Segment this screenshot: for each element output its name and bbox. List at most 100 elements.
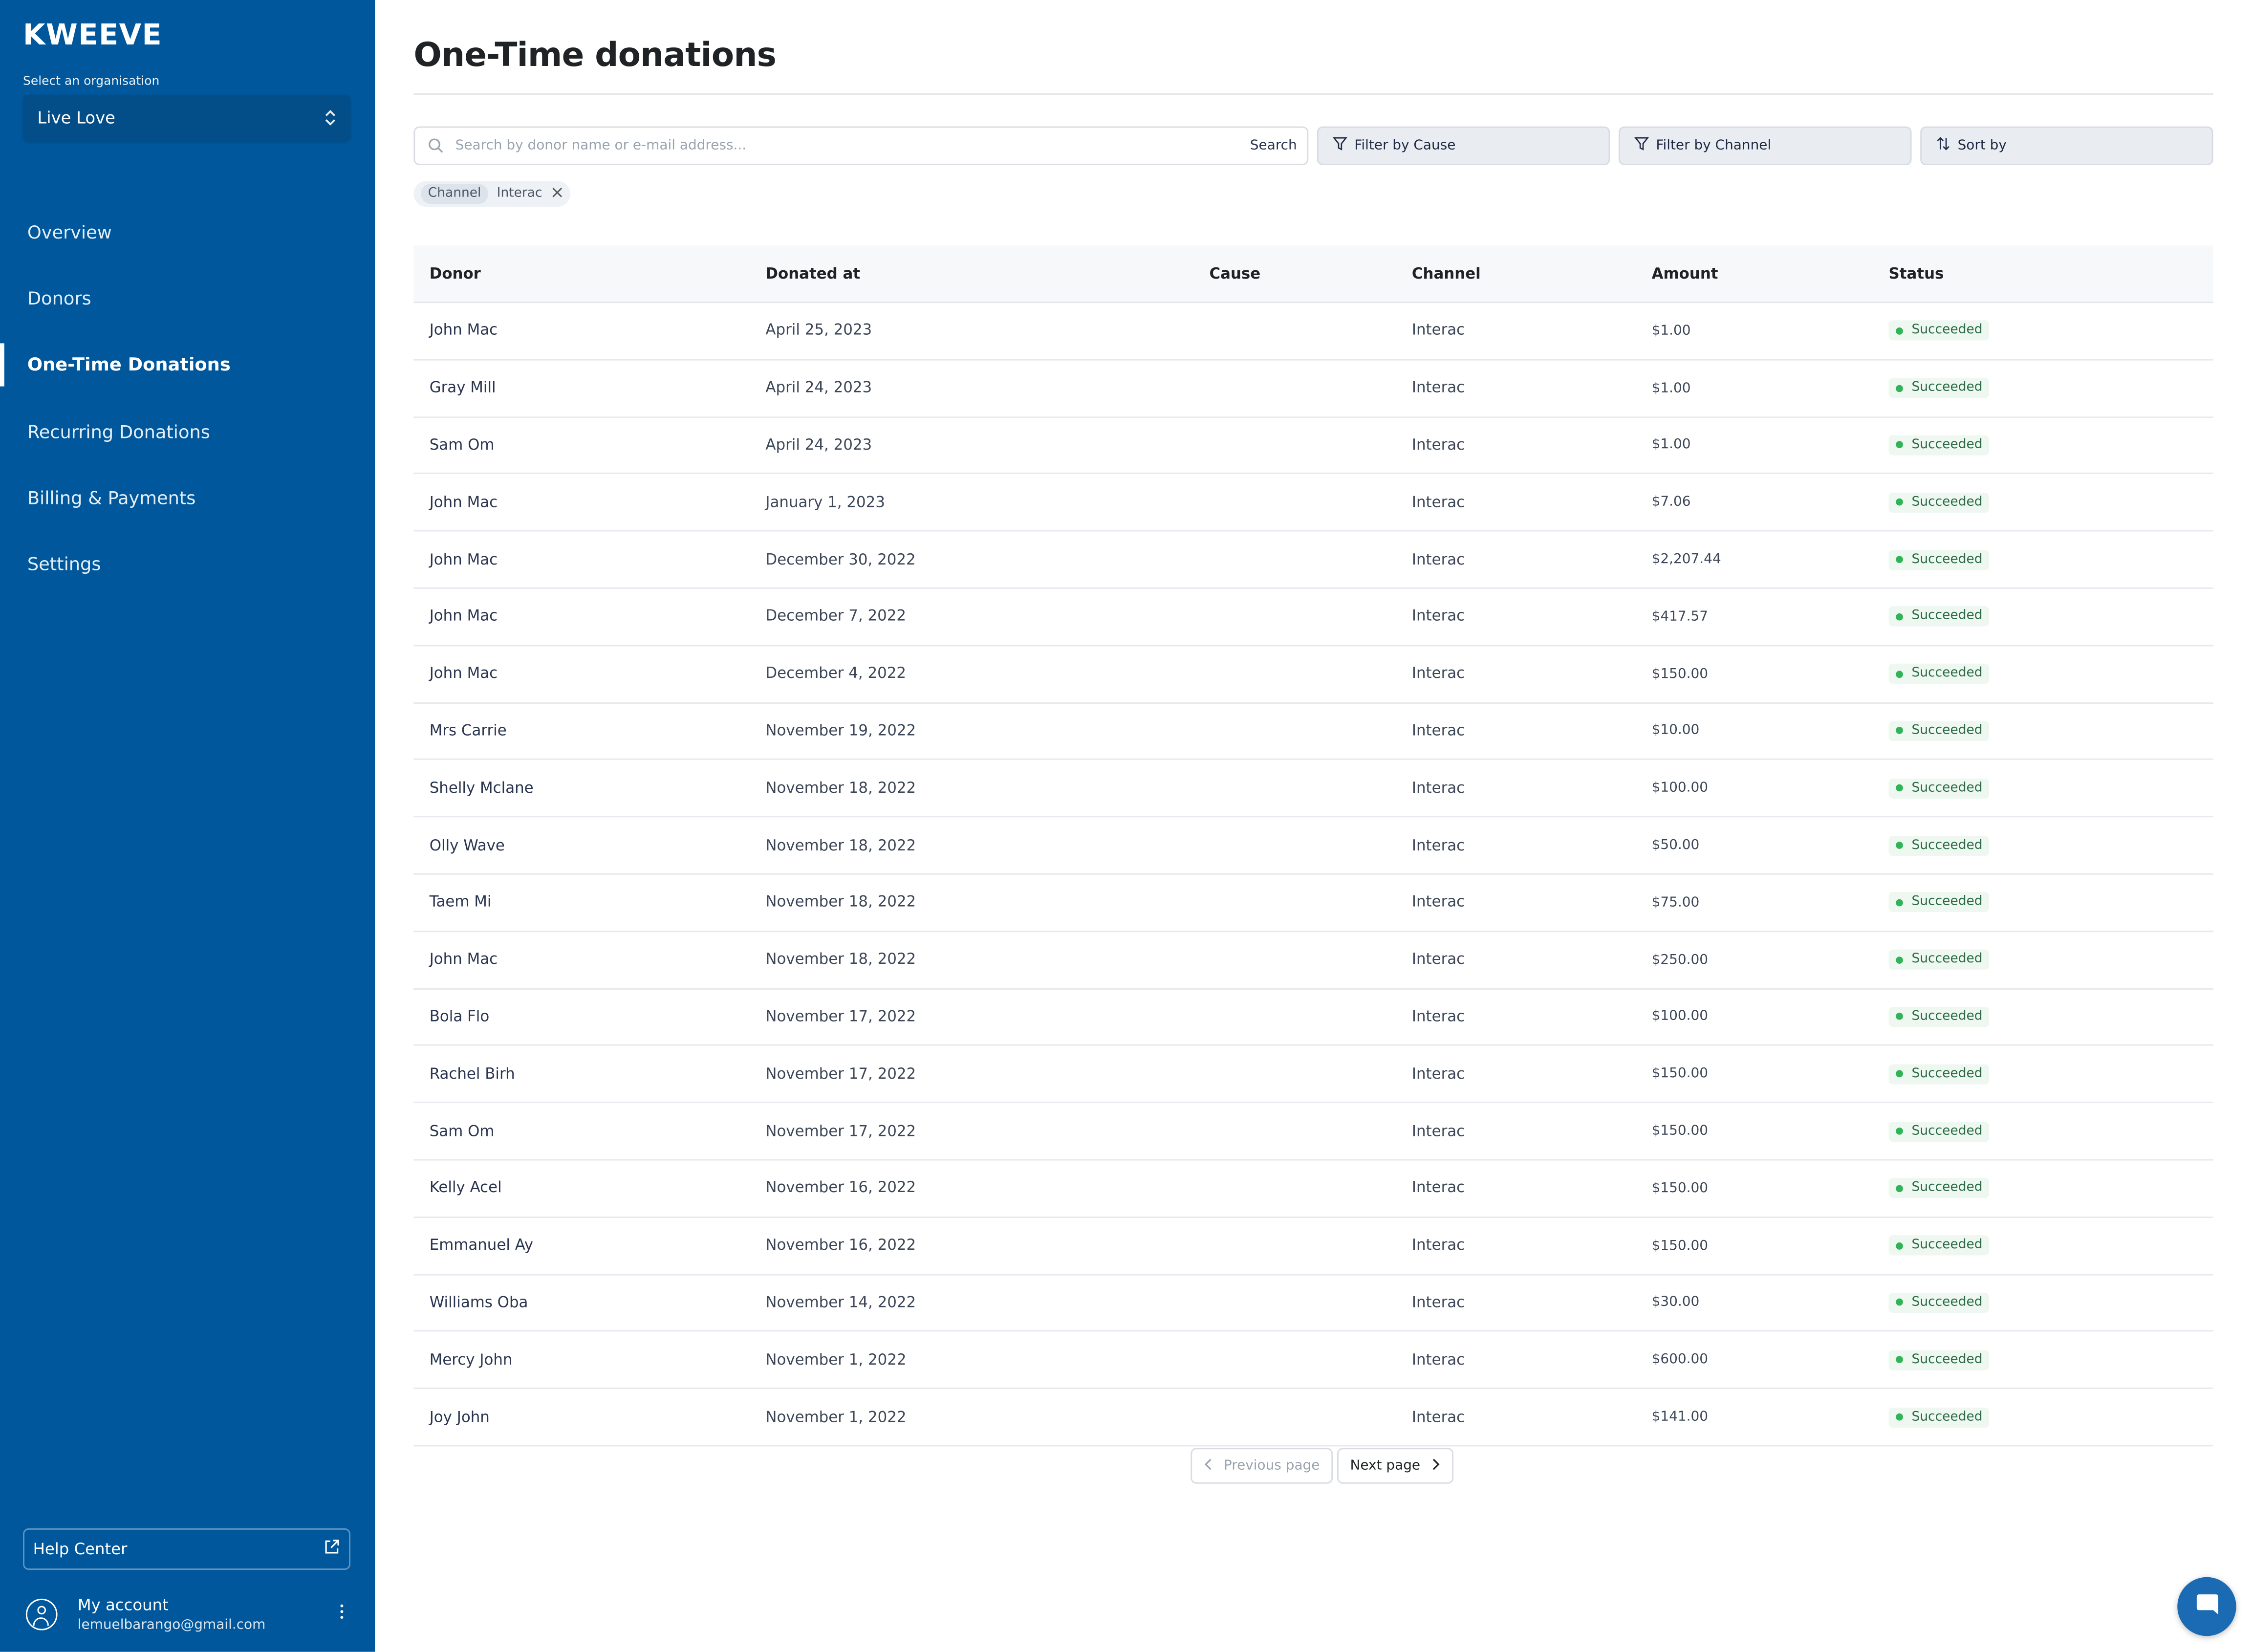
- status-dot-icon: [1896, 499, 1903, 506]
- status-text: Succeeded: [1911, 667, 1983, 681]
- status-cell: Succeeded: [1888, 646, 1990, 702]
- status-dot-icon: [1896, 899, 1903, 906]
- amount-cell: $10.00: [1651, 723, 1700, 739]
- table-row[interactable]: Bola Flo November 17, 2022 Interac $100.00 S…: [413, 989, 2213, 1046]
- status-cell: Succeeded: [1888, 589, 1990, 645]
- table-row[interactable]: John Mac December 4, 2022 Interac $150.00 Su…: [413, 646, 2213, 703]
- user-circle-icon: [25, 1598, 58, 1630]
- channel-cell: Interac: [1411, 665, 1465, 683]
- donor-cell: John Mac: [429, 494, 498, 511]
- table-row[interactable]: Williams Oba November 14, 2022 Interac $30.…: [413, 1275, 2213, 1332]
- help-center-link[interactable]: Help Center: [23, 1528, 351, 1570]
- table-row[interactable]: Sam Om April 24, 2023 Interac $1.00 Succeede…: [413, 417, 2213, 475]
- organisation-select[interactable]: Live Love: [23, 94, 351, 141]
- channel-cell: Interac: [1411, 1122, 1465, 1140]
- channel-cell: Interac: [1411, 608, 1465, 626]
- col-channel[interactable]: Channel: [1412, 246, 1481, 302]
- account-menu[interactable]: My account lemuelbarango@gmail.com: [25, 1591, 356, 1637]
- channel-cell: Interac: [1411, 893, 1465, 912]
- table-row[interactable]: John Mac November 18, 2022 Interac $250.00 S…: [413, 932, 2213, 989]
- sidebar-item-recurring-donations[interactable]: Recurring Donations: [0, 398, 375, 464]
- next-page-label: Next page: [1350, 1457, 1421, 1474]
- table-row[interactable]: Mercy John November 1, 2022 Interac $600.00…: [413, 1332, 2213, 1390]
- status-text: Succeeded: [1911, 724, 1983, 739]
- search-input[interactable]: [452, 136, 1250, 155]
- chat-widget-button[interactable]: [2177, 1577, 2236, 1636]
- channel-cell: Interac: [1411, 1351, 1465, 1369]
- filter-by-cause-button[interactable]: Filter by Cause: [1317, 126, 1610, 165]
- amount-cell: $2,207.44: [1651, 551, 1721, 568]
- table-row[interactable]: Shelly Mclane November 18, 2022 Interac $10…: [413, 761, 2213, 818]
- sidebar-item-settings[interactable]: Settings: [0, 531, 375, 597]
- search-button[interactable]: Search: [1250, 138, 1297, 153]
- donated-at-cell: November 18, 2022: [765, 780, 916, 797]
- col-amount[interactable]: Amount: [1652, 246, 1718, 302]
- table-row[interactable]: Taem Mi November 18, 2022 Interac $75.00 Suc…: [413, 875, 2213, 932]
- channel-cell: Interac: [1411, 1237, 1465, 1254]
- status-dot-icon: [1896, 613, 1903, 621]
- donated-at-cell: November 1, 2022: [765, 1408, 907, 1426]
- title-divider: [413, 93, 2213, 95]
- table-row[interactable]: John Mac December 30, 2022 Interac $2,207.4…: [413, 532, 2213, 589]
- channel-cell: Interac: [1411, 1179, 1465, 1197]
- status-cell: Succeeded: [1888, 1389, 1990, 1445]
- filter-by-channel-button[interactable]: Filter by Channel: [1619, 126, 1912, 165]
- status-cell: Succeeded: [1888, 475, 1990, 530]
- table-row[interactable]: Mrs Carrie November 19, 2022 Interac $10.00…: [413, 703, 2213, 761]
- channel-cell: Interac: [1411, 1408, 1465, 1426]
- table-row[interactable]: John Mac April 25, 2023 Interac $1.00 Succee…: [413, 303, 2213, 361]
- donated-at-cell: January 1, 2023: [765, 494, 885, 511]
- table-row[interactable]: John Mac December 7, 2022 Interac $417.57 Su…: [413, 589, 2213, 646]
- table-row[interactable]: Olly Wave November 18, 2022 Interac $50.00 S…: [413, 818, 2213, 875]
- col-donated-at[interactable]: Donated at: [765, 246, 860, 302]
- table-row[interactable]: Gray Mill April 24, 2023 Interac $1.00 Succe…: [413, 360, 2213, 417]
- table-row[interactable]: Rachel Birh November 17, 2022 Interac $150.…: [413, 1046, 2213, 1104]
- kweeve-logo[interactable]: KWEEVE: [23, 17, 162, 52]
- channel-cell: Interac: [1411, 1065, 1465, 1083]
- col-donor[interactable]: Donor: [430, 246, 481, 302]
- sidebar-item-one-time-donations[interactable]: One-Time Donations: [0, 331, 375, 398]
- sidebar-item-overview[interactable]: Overview: [0, 198, 375, 265]
- status-dot-icon: [1896, 1185, 1903, 1192]
- table-row[interactable]: Kelly Acel November 16, 2022 Interac $150.0…: [413, 1160, 2213, 1218]
- table-row[interactable]: John Mac January 1, 2023 Interac $7.06 Succe…: [413, 475, 2213, 532]
- status-badge: Succeeded: [1888, 492, 1990, 513]
- filter-by-channel-label: Filter by Channel: [1656, 138, 1772, 154]
- table-row[interactable]: Joy John November 1, 2022 Interac $141.00 Su…: [413, 1389, 2213, 1447]
- amount-cell: $1.00: [1651, 380, 1691, 396]
- previous-page-button[interactable]: Previous page: [1191, 1448, 1333, 1484]
- donor-cell: Mercy John: [429, 1351, 513, 1369]
- status-text: Succeeded: [1911, 895, 1983, 910]
- donations-table: Donor Donated at Cause Channel Amount St…: [413, 245, 2213, 1447]
- sidebar-item-donors[interactable]: Donors: [0, 265, 375, 331]
- next-page-button[interactable]: Next page: [1337, 1448, 1453, 1484]
- status-cell: Succeeded: [1888, 532, 1990, 587]
- status-text: Succeeded: [1911, 952, 1983, 967]
- org-select-label: Select an organisation: [23, 74, 160, 89]
- status-cell: Succeeded: [1888, 1275, 1990, 1330]
- table-row[interactable]: Sam Om November 17, 2022 Interac $150.00 Suc…: [413, 1103, 2213, 1161]
- status-badge: Succeeded: [1888, 778, 1990, 799]
- filter-by-cause-label: Filter by Cause: [1354, 138, 1456, 154]
- more-vertical-icon[interactable]: [339, 1603, 345, 1625]
- close-icon[interactable]: [551, 186, 563, 202]
- status-text: Succeeded: [1911, 1066, 1983, 1082]
- col-cause[interactable]: Cause: [1209, 246, 1260, 302]
- donor-cell: Emmanuel Ay: [429, 1237, 533, 1254]
- col-status[interactable]: Status: [1889, 246, 1944, 302]
- donor-cell: Sam Om: [429, 1122, 495, 1140]
- account-email: lemuelbarango@gmail.com: [77, 1617, 266, 1633]
- status-badge: Succeeded: [1888, 321, 1990, 341]
- amount-cell: $417.57: [1651, 609, 1709, 625]
- table-header: Donor Donated at Cause Channel Amount St…: [413, 245, 2213, 304]
- status-badge: Succeeded: [1888, 664, 1990, 684]
- sidebar-item-billing-payments[interactable]: Billing & Payments: [0, 464, 375, 531]
- donor-cell: John Mac: [429, 608, 498, 626]
- status-dot-icon: [1896, 441, 1903, 449]
- table-row[interactable]: Emmanuel Ay November 16, 2022 Interac $150.…: [413, 1217, 2213, 1275]
- status-cell: Succeeded: [1888, 360, 1990, 416]
- status-badge: Succeeded: [1888, 1407, 1990, 1427]
- sidebar-nav: Overview Donors One-Time Donations Recur…: [0, 198, 375, 597]
- sort-by-button[interactable]: Sort by: [1920, 126, 2213, 165]
- donated-at-cell: November 14, 2022: [765, 1294, 916, 1311]
